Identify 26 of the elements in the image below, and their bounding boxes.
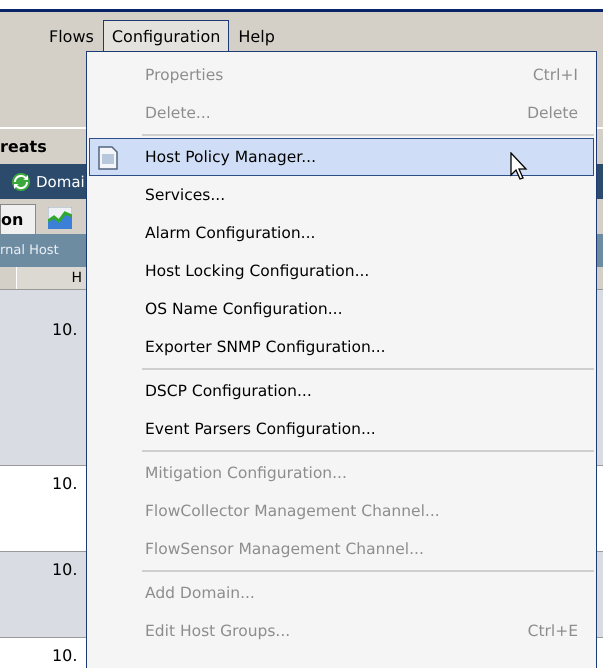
- menu-item[interactable]: Exporter SNMP Configuration...: [89, 328, 594, 366]
- table-cell-text: 10.: [52, 473, 78, 495]
- shortcut-label: Ctrl+I: [532, 66, 578, 84]
- pointer-icon: [510, 152, 530, 182]
- menu-bar-item[interactable]: Configuration: [102, 20, 230, 52]
- column-header[interactable]: H: [16, 267, 86, 289]
- panel-title: rnal Host: [0, 243, 59, 258]
- toolbar-label[interactable]: Domai: [36, 172, 85, 190]
- menu-item[interactable]: Host Policy Manager...: [89, 138, 594, 176]
- shortcut-label: Ctrl+E: [528, 622, 578, 640]
- table-cell-text: 10.: [52, 559, 78, 581]
- menu-bar-item[interactable]: Flows: [40, 20, 103, 52]
- tab-label[interactable]: on: [0, 204, 36, 234]
- shortcut-label: Delete: [527, 104, 578, 122]
- tab-label[interactable]: reats: [0, 137, 47, 156]
- table-cell-text: 10.: [52, 319, 78, 341]
- menu-item[interactable]: Services...: [89, 176, 594, 214]
- menu-item[interactable]: DSCP Configuration...: [89, 372, 594, 410]
- menu-item[interactable]: Event Parsers Configuration...: [89, 410, 594, 448]
- refresh-icon[interactable]: [10, 170, 32, 192]
- menu-item[interactable]: OS Name Configuration...: [89, 290, 594, 328]
- menu-item[interactable]: Alarm Configuration...: [89, 214, 594, 252]
- chart-icon[interactable]: [48, 207, 72, 229]
- menu-item[interactable]: Host Locking Configuration...: [89, 252, 594, 290]
- table-cell-text: 10.: [52, 645, 78, 667]
- menu-bar-item[interactable]: Help: [229, 20, 284, 52]
